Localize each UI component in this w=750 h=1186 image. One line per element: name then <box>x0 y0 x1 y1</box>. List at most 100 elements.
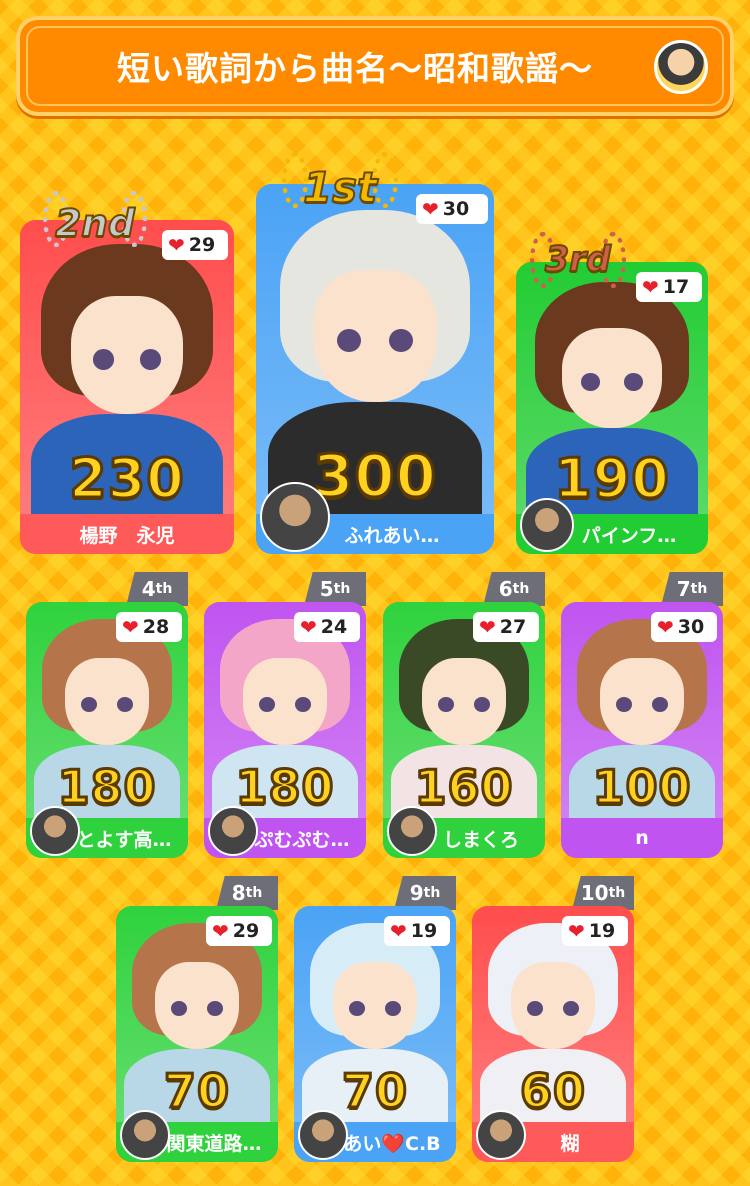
character-eye <box>651 697 668 713</box>
rank-tab: 5th <box>304 572 366 606</box>
player-avatar[interactable] <box>476 1110 526 1160</box>
player-avatar[interactable] <box>260 482 330 552</box>
quiz-title: 短い歌詞から曲名〜昭和歌謡〜 <box>117 49 593 88</box>
like-count-badge[interactable]: ❤ 29 <box>206 916 272 946</box>
heart-icon: ❤ <box>212 919 229 943</box>
score-value: 100 <box>591 759 692 816</box>
rank-number: 5 <box>319 577 334 601</box>
player-avatar[interactable] <box>387 806 437 856</box>
player-name: しまくろ <box>442 828 519 851</box>
player-name: ぷむぷむ… <box>254 828 350 851</box>
player-name: 関東道路… <box>166 1132 262 1155</box>
player-name-bar: 楊野 永児 <box>20 514 234 554</box>
score-value: 230 <box>68 446 186 512</box>
ranking-card[interactable]: 300 ふれあい… <box>256 184 494 554</box>
character-face <box>599 658 685 745</box>
player-name-bar: n <box>561 818 723 858</box>
like-count: 24 <box>320 616 348 638</box>
character-face <box>421 658 507 745</box>
rank-suffix: th <box>333 581 351 597</box>
player-name: 楊野 永児 <box>79 524 175 547</box>
player-name: n <box>635 827 649 849</box>
rank-number: 9 <box>409 881 424 905</box>
character-face <box>313 269 437 402</box>
rank-label: 1st <box>302 162 378 213</box>
rank-suffix: th <box>423 885 441 901</box>
character-face <box>154 962 240 1049</box>
heart-icon: ❤ <box>657 615 674 639</box>
player-name: パインフ… <box>581 524 677 547</box>
character-face <box>562 327 662 429</box>
player-name: 糊 <box>560 1132 580 1155</box>
player-name: とよす高… <box>76 828 172 851</box>
player-avatar[interactable] <box>208 806 258 856</box>
rank-tab: 4th <box>126 572 188 606</box>
like-count: 29 <box>188 234 216 256</box>
character-eye <box>92 349 115 370</box>
character-face <box>510 962 596 1049</box>
like-count: 19 <box>588 920 616 942</box>
player-avatar[interactable] <box>30 806 80 856</box>
player-name: ふれあい… <box>344 524 440 547</box>
rank-tab: 8th <box>216 876 278 910</box>
like-count-badge[interactable]: ❤ 28 <box>116 612 182 642</box>
like-count: 29 <box>232 920 260 942</box>
character-eye <box>562 1001 579 1017</box>
player-avatar[interactable] <box>298 1110 348 1160</box>
character-eye <box>139 349 162 370</box>
ranking-card[interactable]: 190 パインフ… <box>516 262 708 554</box>
character-eye <box>473 697 490 713</box>
heart-icon: ❤ <box>642 275 659 299</box>
heart-icon: ❤ <box>390 919 407 943</box>
like-count: 27 <box>499 616 527 638</box>
like-count-badge[interactable]: ❤ 24 <box>294 612 360 642</box>
host-avatar[interactable] <box>654 40 708 94</box>
rank-tab: 10th <box>572 876 634 910</box>
ranking-card[interactable]: 230 楊野 永児 <box>20 220 234 554</box>
like-count-badge[interactable]: ❤ 17 <box>636 272 702 302</box>
character-face <box>64 658 150 745</box>
like-count-badge[interactable]: ❤ 30 <box>651 612 717 642</box>
heart-icon: ❤ <box>568 919 585 943</box>
rank-suffix: th <box>155 581 173 597</box>
like-count: 28 <box>142 616 170 638</box>
character-eye <box>336 329 361 353</box>
rank-tab: 6th <box>483 572 545 606</box>
rank-suffix: th <box>608 885 626 901</box>
rank-number: 6 <box>498 577 513 601</box>
like-count-badge[interactable]: ❤ 27 <box>473 612 539 642</box>
character-eye <box>116 697 133 713</box>
like-count-badge[interactable]: ❤ 19 <box>562 916 628 946</box>
character-eye <box>384 1001 401 1017</box>
heart-icon: ❤ <box>479 615 496 639</box>
like-count: 17 <box>662 276 690 298</box>
rank-number: 4 <box>141 577 156 601</box>
like-count-badge[interactable]: ❤ 29 <box>162 230 228 260</box>
rank-suffix: th <box>690 581 708 597</box>
heart-icon: ❤ <box>300 615 317 639</box>
heart-icon: ❤ <box>122 615 139 639</box>
quiz-title-banner: 短い歌詞から曲名〜昭和歌謡〜 <box>16 16 734 116</box>
rank-label: 2nd <box>54 200 135 246</box>
rank-laurel-badge: 2nd <box>43 185 147 258</box>
like-count: 19 <box>410 920 438 942</box>
rank-number: 10 <box>580 881 609 905</box>
rank-laurel-badge: 1st <box>282 146 398 227</box>
rank-suffix: th <box>245 885 263 901</box>
like-count: 30 <box>442 198 470 220</box>
player-avatar[interactable] <box>120 1110 170 1160</box>
character-eye <box>294 697 311 713</box>
rank-laurel-badge: 3rd <box>530 226 626 293</box>
rank-label: 3rd <box>544 239 612 281</box>
character-face <box>332 962 418 1049</box>
character-face <box>242 658 328 745</box>
like-count-badge[interactable]: ❤ 19 <box>384 916 450 946</box>
player-avatar[interactable] <box>520 498 574 552</box>
rank-number: 8 <box>231 881 246 905</box>
rank-number: 7 <box>676 577 691 601</box>
character-eye <box>206 1001 223 1017</box>
rank-tab: 7th <box>661 572 723 606</box>
rank-suffix: th <box>512 581 530 597</box>
heart-icon: ❤ <box>422 197 439 221</box>
like-count-badge[interactable]: ❤ 30 <box>416 194 488 224</box>
